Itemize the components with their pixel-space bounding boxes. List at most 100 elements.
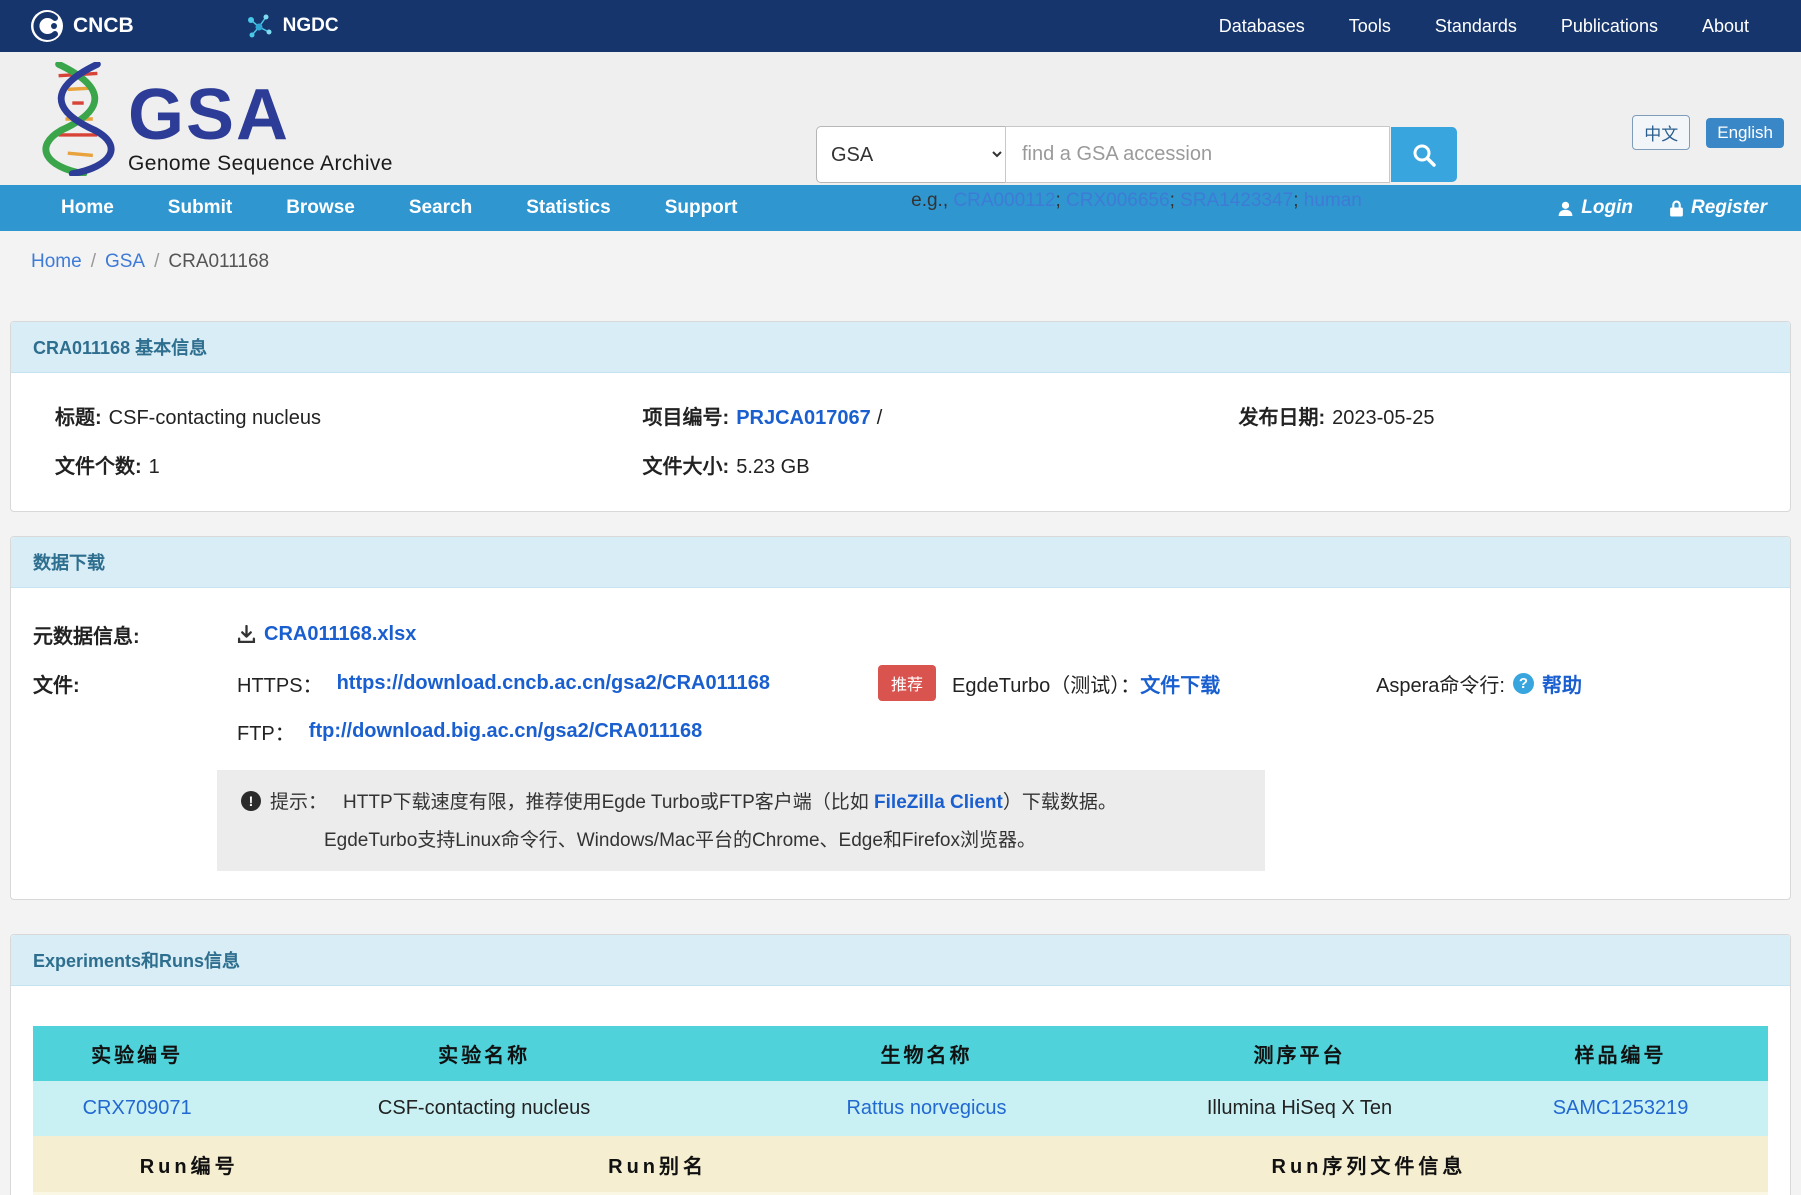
download-panel-title: 数据下载 [11, 537, 1790, 588]
nav-item-search[interactable]: Search [382, 197, 499, 219]
examples-separator: ; [1293, 190, 1304, 211]
download-icon [237, 625, 256, 644]
field-release-date-value: 2023-05-25 [1332, 407, 1434, 429]
cncb-logo[interactable]: CNCB [30, 9, 134, 43]
basic-info-panel: CRA011168 基本信息 标题:CSF-contacting nucleus… [10, 321, 1791, 512]
col-header-organism: 生物名称 [727, 1026, 1126, 1081]
files-label: 文件: [11, 669, 237, 698]
experiment-row: CRX709071 CSF-contacting nucleus Rattus … [33, 1081, 1768, 1136]
topbar-link-tools[interactable]: Tools [1327, 16, 1413, 37]
experiment-accession-link[interactable]: CRX709071 [83, 1097, 192, 1119]
nav-auth: Login Register [1557, 197, 1767, 219]
site-header: GSA Genome Sequence Archive GSA e.g., CR… [0, 52, 1801, 185]
nav-item-browse[interactable]: Browse [259, 197, 382, 219]
example-link-human[interactable]: human [1304, 190, 1362, 211]
https-download-link[interactable]: https://download.cncb.ac.cn/gsa2/CRA0111… [337, 672, 770, 695]
language-switch: 中文 English [1632, 115, 1784, 150]
metadata-row: 元数据信息: CRA011168.xlsx [11, 612, 1790, 657]
gsa-logo[interactable]: GSA Genome Sequence Archive [38, 62, 393, 176]
field-title-label: 标题: [55, 407, 102, 429]
field-release-date: 发布日期: 2023-05-25 [1238, 401, 1789, 430]
topbar-link-standards[interactable]: Standards [1413, 16, 1539, 37]
experiments-panel-title: Experiments和Runs信息 [11, 935, 1790, 986]
nav-item-submit[interactable]: Submit [141, 197, 259, 219]
experiment-accession-cell: CRX709071 [33, 1081, 241, 1136]
recommended-badge: 推荐 [878, 665, 936, 701]
experiment-name-cell: CSF-contacting nucleus [241, 1081, 727, 1136]
download-tip-box: ! 提示： HTTP下载速度有限，推荐使用Egde Turbo或FTP客户端（比… [217, 770, 1265, 871]
basic-info-row: 文件个数:1 文件大小:5.23 GB [11, 440, 1790, 489]
example-link-cra000112[interactable]: CRA000112 [953, 190, 1055, 211]
basic-info-body: 标题:CSF-contacting nucleus 项目编号:PRJCA0170… [11, 373, 1790, 511]
search-icon [1411, 142, 1437, 168]
field-project: 项目编号:PRJCA017067/ [643, 401, 1239, 430]
metadata-file-link[interactable]: CRA011168.xlsx [264, 623, 416, 646]
tip-text-1: HTTP下载速度有限，推荐使用Egde Turbo或FTP客户端（比如 File… [343, 787, 1117, 814]
col-header-experiment-name: 实验名称 [241, 1026, 727, 1081]
tip-text-1a: HTTP下载速度有限，推荐使用Egde Turbo或FTP客户端（比如 [343, 792, 874, 813]
examples-separator: ; [1055, 190, 1066, 211]
col-header-experiment-accession: 实验编号 [33, 1026, 241, 1081]
ftp-download-link[interactable]: ftp://download.big.ac.cn/gsa2/CRA011168 [309, 720, 702, 743]
nav-item-support[interactable]: Support [638, 197, 765, 219]
metadata-label: 元数据信息: [11, 620, 237, 649]
col-header-run-alias: Run别名 [345, 1136, 970, 1192]
tip-text-1b: ）下载数据。 [1003, 792, 1117, 813]
egdeturbo-download-link[interactable]: 文件下载 [1140, 669, 1220, 698]
basic-info-row: 标题:CSF-contacting nucleus 项目编号:PRJCA0170… [11, 391, 1790, 440]
top-bar: CNCB NGDC Databases Tools Standards Publ… [0, 0, 1801, 52]
sample-accession-link[interactable]: SAMC1253219 [1553, 1097, 1689, 1119]
field-project-suffix: / [877, 407, 883, 429]
filezilla-link[interactable]: FileZilla Client [874, 792, 1003, 813]
example-link-crx006656[interactable]: CRX006656 [1066, 190, 1170, 211]
experiments-header-row: 实验编号 实验名称 生物名称 测序平台 样品编号 [33, 1026, 1768, 1081]
breadcrumb-separator: / [91, 251, 96, 273]
ngdc-logo[interactable]: NGDC [244, 11, 339, 41]
project-accession-link[interactable]: PRJCA017067 [736, 407, 871, 429]
search-input[interactable] [1005, 126, 1390, 183]
register-link[interactable]: Register [1669, 197, 1767, 219]
field-title-value: CSF-contacting nucleus [109, 407, 321, 429]
search-examples: e.g., CRA000112; CRX006656; SRA1423347; … [816, 190, 1457, 212]
https-protocol-label: HTTPS： [237, 669, 323, 698]
runs-header-row: Run编号 Run别名 Run序列文件信息 [33, 1136, 1768, 1192]
platform-cell: Illumina HiSeq X Ten [1126, 1081, 1473, 1136]
aspera-group: Aspera命令行: ? 帮助 [1376, 669, 1582, 698]
example-link-sra1423347[interactable]: SRA1423347 [1180, 190, 1293, 211]
breadcrumb: Home / GSA / CRA011168 [0, 231, 1801, 293]
runs-table: Run编号 Run别名 Run序列文件信息 CRR790158 CSF-cont… [33, 1136, 1768, 1195]
ngdc-logo-icon [244, 11, 274, 41]
col-header-run-accession: Run编号 [33, 1136, 345, 1192]
field-title: 标题: CSF-contacting nucleus [11, 401, 643, 430]
experiments-table: 实验编号 实验名称 生物名称 测序平台 样品编号 CRX709071 CSF-c… [33, 1026, 1768, 1136]
experiments-panel: Experiments和Runs信息 实验编号 实验名称 生物名称 测序平台 样… [10, 934, 1791, 1195]
help-icon[interactable]: ? [1513, 673, 1534, 694]
breadcrumb-home[interactable]: Home [31, 251, 82, 273]
search-type-select[interactable]: GSA [816, 126, 1006, 183]
topbar-link-publications[interactable]: Publications [1539, 16, 1680, 37]
empty-cell [1238, 450, 1789, 479]
field-file-count-value: 1 [149, 456, 160, 478]
field-release-date-label: 发布日期: [1238, 407, 1325, 429]
aspera-help-link[interactable]: 帮助 [1542, 669, 1582, 698]
lock-icon [1669, 200, 1684, 217]
experiments-body: 实验编号 实验名称 生物名称 测序平台 样品编号 CRX709071 CSF-c… [11, 986, 1790, 1195]
organism-link[interactable]: Rattus norvegicus [846, 1097, 1006, 1119]
nav-item-statistics[interactable]: Statistics [499, 197, 637, 219]
breadcrumb-separator: / [154, 251, 159, 273]
gsa-logo-title: GSA [128, 81, 393, 149]
topbar-nav: Databases Tools Standards Publications A… [1197, 16, 1771, 37]
tip-line-1: ! 提示： HTTP下载速度有限，推荐使用Egde Turbo或FTP客户端（比… [241, 787, 1241, 814]
lang-english-button[interactable]: English [1706, 118, 1784, 148]
topbar-link-about[interactable]: About [1680, 16, 1771, 37]
search-button[interactable] [1391, 127, 1457, 182]
https-row: 文件: HTTPS： https://download.cncb.ac.cn/g… [11, 657, 1790, 709]
gsa-dna-icon [38, 62, 118, 176]
login-link[interactable]: Login [1557, 197, 1633, 219]
topbar-link-databases[interactable]: Databases [1197, 16, 1327, 37]
nav-item-home[interactable]: Home [34, 197, 141, 219]
breadcrumb-gsa[interactable]: GSA [105, 251, 145, 273]
organism-cell: Rattus norvegicus [727, 1081, 1126, 1136]
col-header-run-files: Run序列文件信息 [970, 1136, 1768, 1192]
lang-chinese-button[interactable]: 中文 [1632, 115, 1690, 150]
